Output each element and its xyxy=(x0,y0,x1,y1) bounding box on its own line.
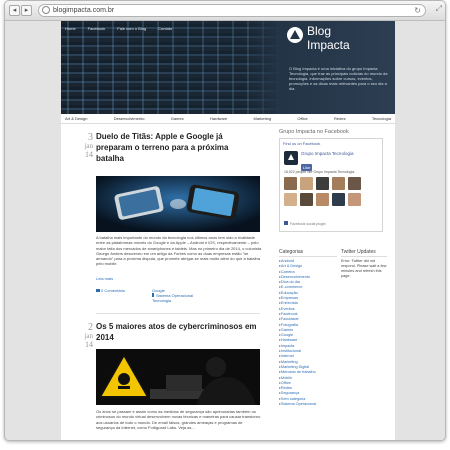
cybercrime-illustration xyxy=(96,349,260,405)
fb-like-count: 16,522 people like Grupo Impacta Tecnolo… xyxy=(284,170,356,174)
comment-icon xyxy=(96,289,100,292)
nav-marketing[interactable]: Marketing xyxy=(254,114,272,123)
page-logo-icon xyxy=(284,151,298,165)
forward-arrow-icon[interactable]: ▸ xyxy=(21,5,32,16)
fan-avatar[interactable] xyxy=(316,193,329,206)
post-excerpt: Os anos se passam e assim como as medida… xyxy=(96,409,261,430)
fan-avatar[interactable] xyxy=(284,177,297,190)
tag-tecnologia[interactable]: Tecnologia xyxy=(152,298,171,303)
nav-hardware[interactable]: Hardware xyxy=(210,114,227,123)
fan-avatar[interactable] xyxy=(348,193,361,206)
post-date: 3 jan 14 xyxy=(84,132,93,160)
sidebar: Grupo Impacta no Facebook Find us on Fac… xyxy=(279,125,391,406)
page-viewport[interactable]: Home Facebook Fale com o Blog Contato Bl… xyxy=(5,21,445,440)
fan-avatar[interactable] xyxy=(316,177,329,190)
top-nav: Home Facebook Fale com o Blog Contato xyxy=(65,26,172,31)
categories-list: AndroidArt & DesignCarreiraDesenvolvimen… xyxy=(279,259,337,407)
top-nav-fale[interactable]: Fale com o Blog xyxy=(117,26,146,31)
top-nav-home[interactable]: Home xyxy=(65,26,76,31)
top-nav-facebook[interactable]: Facebook xyxy=(88,26,106,31)
site-header: Home Facebook Fale com o Blog Contato Bl… xyxy=(61,21,395,114)
tag-icon xyxy=(152,293,154,297)
fb-social-plugin[interactable]: Facebook social plugin xyxy=(284,221,326,226)
site-description: O Blog Impacta é uma iniciativa do grupo… xyxy=(289,66,388,91)
fan-avatar[interactable] xyxy=(348,177,361,190)
nav-redes[interactable]: Redes xyxy=(334,114,346,123)
post-1: 3 jan 14 Duelo de Titãs: Apple e Google … xyxy=(75,131,265,316)
post-2: 2 jan 14 Os 5 maiores atos de cybercrimi… xyxy=(75,319,265,440)
facebook-icon xyxy=(284,221,288,225)
fb-page-name[interactable]: Grupo Impacta Tecnologia xyxy=(301,151,353,156)
nav-office[interactable]: Office xyxy=(297,114,307,123)
fb-faces xyxy=(284,177,361,206)
category-link[interactable]: Sistema Operacional xyxy=(279,402,337,407)
fan-avatar[interactable] xyxy=(332,193,345,206)
browser-toolbar: ◂ ▸ blogimpacta.com.br ↻ ⤢ xyxy=(5,1,445,21)
fan-avatar[interactable] xyxy=(300,193,313,206)
post-title[interactable]: Duelo de Titãs: Apple e Google já prepar… xyxy=(96,131,256,164)
phones-illustration xyxy=(96,176,260,232)
fan-avatar[interactable] xyxy=(332,177,345,190)
site-logo[interactable]: Blog Impacta xyxy=(307,24,350,52)
post-image[interactable] xyxy=(96,176,260,232)
category-nav: Art & Design Desenvolvimento Games Hardw… xyxy=(61,114,395,124)
post-image[interactable] xyxy=(96,349,260,405)
main-content: 3 jan 14 Duelo de Titãs: Apple e Google … xyxy=(61,125,395,440)
nav-tecnologia[interactable]: Tecnologia xyxy=(372,114,391,123)
fan-avatar[interactable] xyxy=(284,193,297,206)
post-title[interactable]: Os 5 maiores atos de cybercriminosos em … xyxy=(96,321,261,343)
twitter-widget: Twitter Updates Error: Twitter did not r… xyxy=(341,249,387,279)
nav-art-design[interactable]: Art & Design xyxy=(65,114,87,123)
back-arrow-icon[interactable]: ◂ xyxy=(9,5,20,16)
fullscreen-icon[interactable]: ⤢ xyxy=(436,4,442,14)
address-bar[interactable]: blogimpacta.com.br ↻ xyxy=(38,4,426,17)
url-text: blogimpacta.com.br xyxy=(53,7,115,14)
sidebar-title: Grupo Impacta no Facebook xyxy=(279,129,349,135)
nav-desenvolvimento[interactable]: Desenvolvimento xyxy=(114,114,145,123)
post-excerpt: A batalha mais importante do mundo da te… xyxy=(96,235,262,267)
blog-logo-icon[interactable] xyxy=(287,27,303,43)
browser-window: ◂ ▸ blogimpacta.com.br ↻ ⤢ Home Facebook… xyxy=(4,0,446,441)
reload-icon[interactable]: ↻ xyxy=(414,5,421,16)
comments-link[interactable]: 0 Comentário xyxy=(96,288,125,293)
post-divider xyxy=(96,313,260,314)
fb-header[interactable]: Find us on Facebook xyxy=(280,139,382,148)
post-date: 2 jan 14 xyxy=(84,322,93,350)
globe-icon xyxy=(42,6,50,14)
nav-games[interactable]: Games xyxy=(171,114,184,123)
facebook-widget: Find us on Facebook Grupo Impacta Tecnol… xyxy=(279,138,383,232)
twitter-title: Twitter Updates xyxy=(341,249,387,257)
twitter-error: Error: Twitter did not respond. Please w… xyxy=(341,259,387,278)
categories-title: Categorias xyxy=(279,249,337,257)
fan-avatar[interactable] xyxy=(300,177,313,190)
categories-widget: Categorias AndroidArt & DesignCarreiraDe… xyxy=(279,249,337,407)
blog-page: Home Facebook Fale com o Blog Contato Bl… xyxy=(61,21,395,440)
top-nav-contato[interactable]: Contato xyxy=(158,26,172,31)
read-more-link[interactable]: Leia mais xyxy=(96,276,113,281)
